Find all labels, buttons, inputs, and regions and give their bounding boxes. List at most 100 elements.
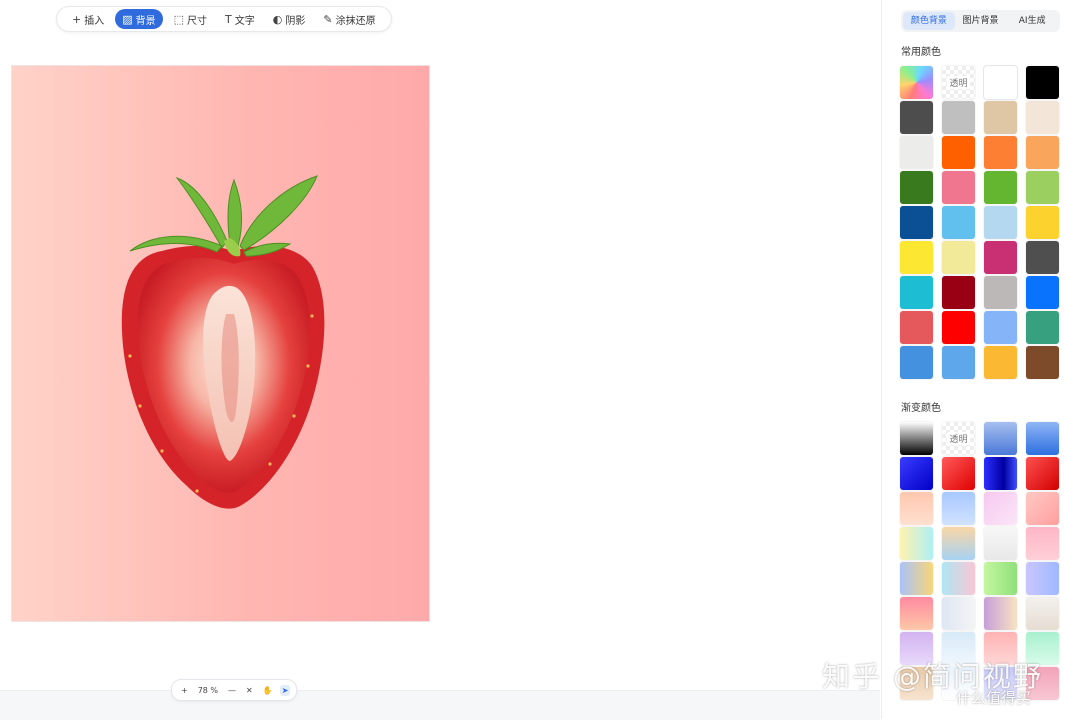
common-color-swatch[interactable] <box>900 311 933 344</box>
toolbar-button-label: 插入 <box>84 15 105 27</box>
common-color-swatch[interactable] <box>900 346 933 379</box>
gradient-color-swatch[interactable] <box>942 562 975 595</box>
gradient-color-swatch[interactable] <box>900 457 933 490</box>
common-color-swatch[interactable] <box>1026 66 1059 99</box>
strawberry-half-image <box>121 175 325 509</box>
common-color-swatch[interactable] <box>900 171 933 204</box>
common-color-swatch[interactable] <box>984 346 1017 379</box>
common-color-swatch[interactable] <box>984 101 1017 134</box>
hand-tool-icon[interactable]: ✋ <box>263 686 273 695</box>
gradient-color-swatch[interactable] <box>1026 562 1059 595</box>
gradient-color-swatch[interactable] <box>984 492 1017 525</box>
gradient-color-swatch[interactable] <box>1026 492 1059 525</box>
common-color-swatch[interactable] <box>1026 311 1059 344</box>
tab-1[interactable]: 图片背景 <box>955 12 1007 30</box>
common-color-swatch[interactable] <box>1026 346 1059 379</box>
transparent-swatch[interactable]: 透明 <box>942 66 975 99</box>
common-color-swatch[interactable] <box>984 276 1017 309</box>
common-color-swatch[interactable] <box>942 241 975 274</box>
toolbar-button-label: 尺寸 <box>187 15 208 27</box>
shadow-icon: ◐ <box>272 12 283 26</box>
common-color-swatch[interactable] <box>900 136 933 169</box>
gradient-colors-title: 渐变颜色 <box>901 403 941 414</box>
toolbar-shadow-button[interactable]: ◐ 阴影 <box>266 9 313 29</box>
common-color-swatch[interactable] <box>984 66 1017 99</box>
tab-2[interactable]: AI生成 <box>1006 12 1058 30</box>
resize-icon: ⬚ <box>173 12 185 26</box>
watermark-subtext: 什么值得买 <box>956 689 1032 707</box>
zoom-in-button[interactable]: + <box>181 686 188 695</box>
status-strip <box>0 690 880 720</box>
common-colors-title: 常用颜色 <box>901 47 941 58</box>
common-color-swatch[interactable] <box>942 101 975 134</box>
gradient-color-swatch[interactable] <box>900 562 933 595</box>
transparent-label: 透明 <box>947 76 970 89</box>
common-color-swatch[interactable] <box>900 101 933 134</box>
brush-restore-icon: ✎ <box>323 12 333 26</box>
gradient-color-swatch[interactable] <box>984 597 1017 630</box>
toolbar-plus-button[interactable]: + 插入 <box>65 9 111 29</box>
zoom-level: 78 % <box>197 685 219 695</box>
common-color-swatch[interactable] <box>984 241 1017 274</box>
image-canvas[interactable] <box>12 66 429 621</box>
toolbar-background-hatch-button[interactable]: ▨ 背景 <box>115 9 163 29</box>
common-color-swatch[interactable] <box>1026 171 1059 204</box>
gradient-color-swatch[interactable] <box>942 492 975 525</box>
gradient-color-swatch[interactable] <box>900 492 933 525</box>
panel-tabs: 颜色背景 图片背景 AI生成 <box>901 10 1060 32</box>
text-icon: T <box>225 12 232 26</box>
common-color-swatch[interactable] <box>942 311 975 344</box>
gradient-color-swatch[interactable] <box>942 457 975 490</box>
background-panel: 颜色背景 图片背景 AI生成 常用颜色 透明 渐变颜色 透明 <box>881 0 1080 719</box>
common-color-swatch[interactable] <box>900 276 933 309</box>
common-color-swatch[interactable] <box>942 276 975 309</box>
transparent-swatch[interactable]: 透明 <box>942 422 975 455</box>
common-color-swatch[interactable] <box>1026 136 1059 169</box>
toolbar-button-label: 文字 <box>234 15 255 27</box>
common-color-swatch[interactable] <box>1026 276 1059 309</box>
gradient-color-swatch[interactable] <box>1026 457 1059 490</box>
zoom-bar: + 78 % — ✕ ✋ ➤ <box>171 679 298 701</box>
plus-icon: + <box>72 12 82 26</box>
gradient-color-swatch[interactable] <box>984 562 1017 595</box>
common-color-swatch[interactable] <box>984 171 1017 204</box>
background-hatch-icon: ▨ <box>122 12 133 26</box>
gradient-color-swatch[interactable] <box>900 527 933 560</box>
gradient-color-swatch[interactable] <box>1026 527 1059 560</box>
gradient-color-swatch[interactable] <box>1026 597 1059 630</box>
gradient-color-swatch[interactable] <box>900 597 933 630</box>
toolbar-button-label: 阴影 <box>285 15 306 27</box>
custom-color-picker-swatch[interactable] <box>900 66 933 99</box>
common-color-swatch[interactable] <box>984 206 1017 239</box>
gradient-color-swatch[interactable] <box>942 527 975 560</box>
common-color-swatch[interactable] <box>1026 206 1059 239</box>
toolbar-text-button[interactable]: T 文字 <box>218 9 262 29</box>
gradient-color-swatch[interactable] <box>942 597 975 630</box>
transparent-label: 透明 <box>947 432 970 445</box>
toolbar-resize-button[interactable]: ⬚ 尺寸 <box>167 9 214 29</box>
top-toolbar: + 插入 ▨ 背景 ⬚ 尺寸 T 文字 ◐ 阴影 ✎ 涂抹还原 <box>56 6 392 32</box>
gradient-color-swatch[interactable] <box>984 457 1017 490</box>
common-color-swatch[interactable] <box>984 136 1017 169</box>
toolbar-button-label: 背景 <box>135 15 156 27</box>
gradient-color-swatch[interactable] <box>984 527 1017 560</box>
common-color-swatch[interactable] <box>942 171 975 204</box>
toolbar-brush-restore-button[interactable]: ✎ 涂抹还原 <box>316 9 382 29</box>
common-color-swatch[interactable] <box>942 206 975 239</box>
pointer-tool-icon[interactable]: ➤ <box>279 684 291 696</box>
gradient-color-swatch[interactable] <box>984 422 1017 455</box>
common-colors-grid: 透明 <box>900 66 1059 379</box>
common-color-swatch[interactable] <box>984 311 1017 344</box>
tab-0[interactable]: 颜色背景 <box>903 12 955 30</box>
common-color-swatch[interactable] <box>1026 241 1059 274</box>
common-color-swatch[interactable] <box>900 206 933 239</box>
gradient-color-swatch[interactable] <box>1026 422 1059 455</box>
gradient-color-swatch[interactable] <box>900 422 933 455</box>
toolbar-button-label: 涂抹还原 <box>335 15 376 27</box>
common-color-swatch[interactable] <box>1026 101 1059 134</box>
common-color-swatch[interactable] <box>942 346 975 379</box>
fit-icon[interactable]: ✕ <box>246 686 253 695</box>
common-color-swatch[interactable] <box>900 241 933 274</box>
common-color-swatch[interactable] <box>942 136 975 169</box>
zoom-out-button[interactable]: — <box>228 686 236 695</box>
